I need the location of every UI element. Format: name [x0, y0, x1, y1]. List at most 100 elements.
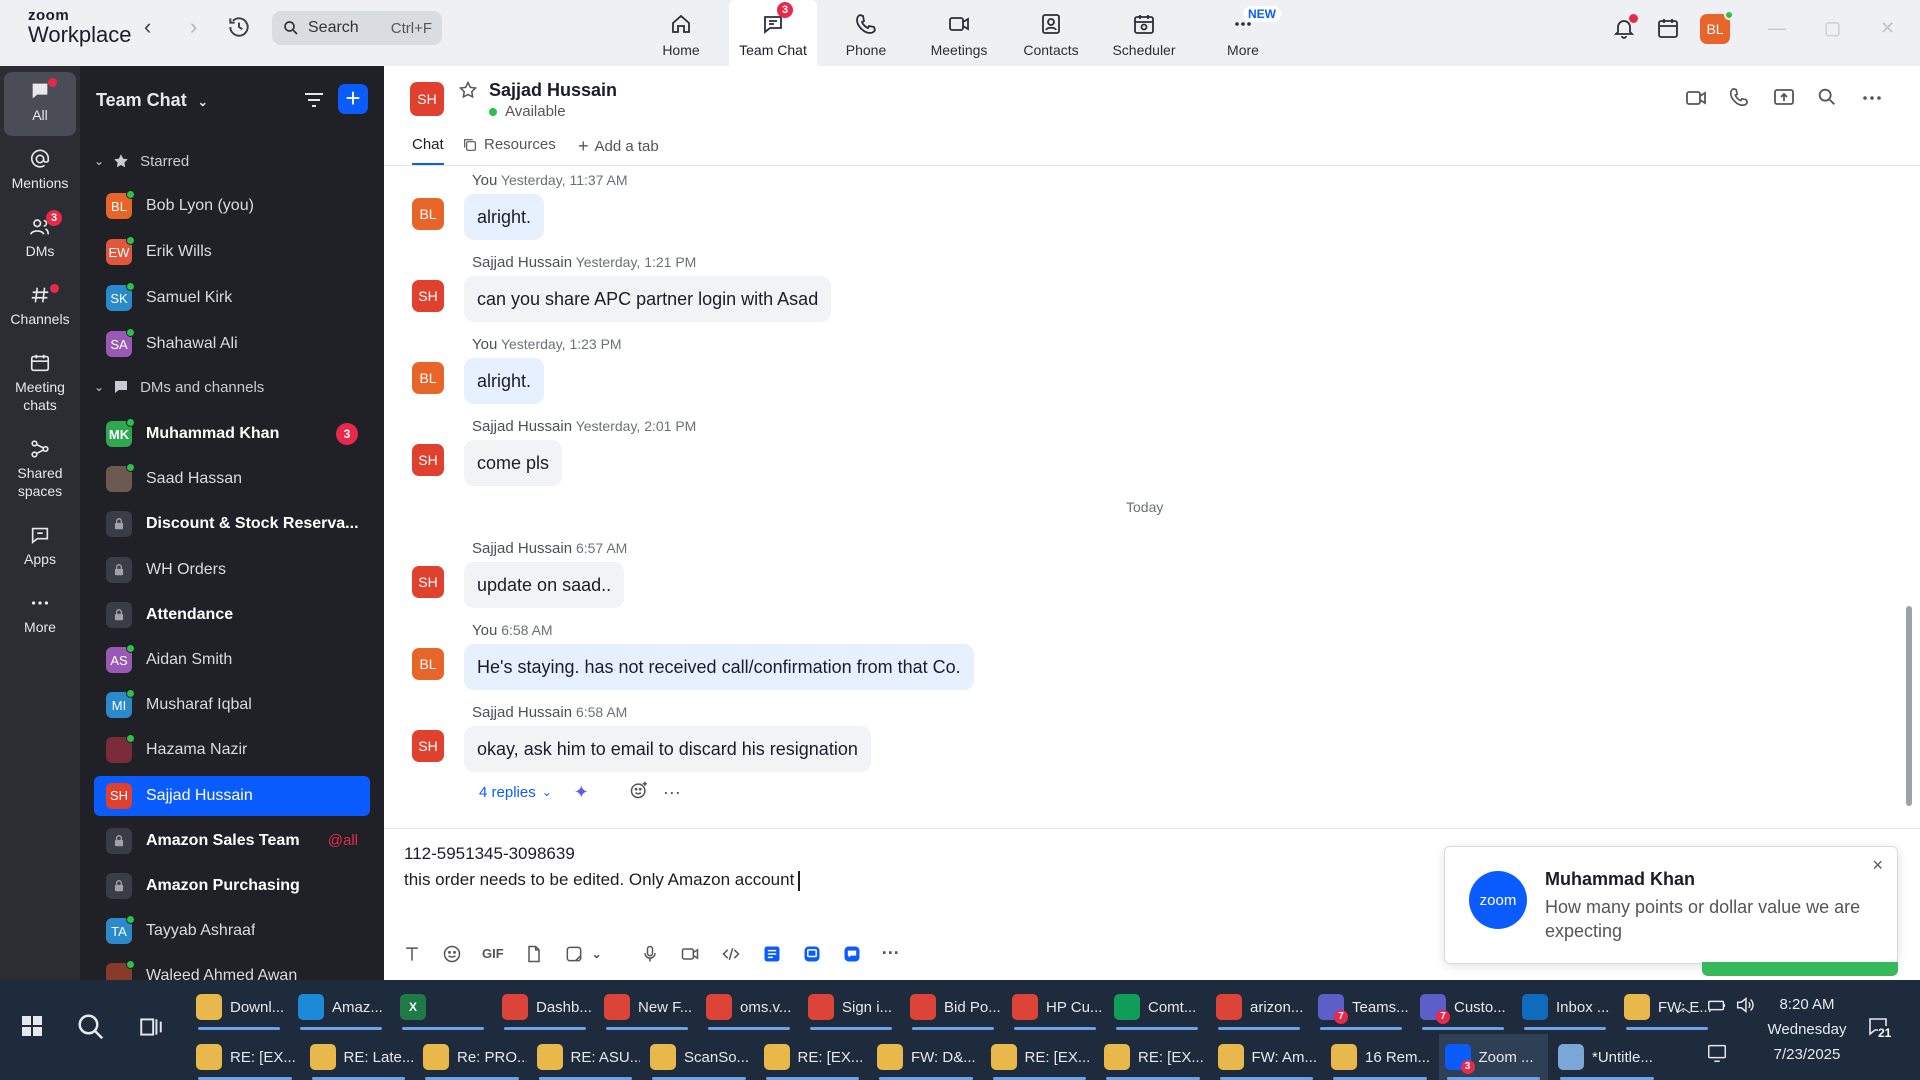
taskbar-app[interactable]: Dashb...: [496, 984, 594, 1030]
taskbar-app[interactable]: Downl...: [190, 984, 288, 1030]
rail-item-mentions[interactable]: Mentions: [4, 148, 76, 192]
share-screen-icon[interactable]: [1772, 86, 1796, 114]
video-call-icon[interactable]: [1684, 86, 1708, 114]
nav-tab-more[interactable]: NEW More: [1199, 0, 1287, 66]
bell-icon[interactable]: [1612, 14, 1638, 44]
text-format-icon[interactable]: [402, 944, 422, 964]
search-bar[interactable]: Search Ctrl+F: [272, 11, 442, 45]
message-bubble[interactable]: okay, ask him to email to discard his re…: [464, 726, 871, 772]
windows-start-icon[interactable]: [20, 1014, 44, 1042]
compose-more-icon[interactable]: ···: [882, 943, 900, 964]
gif-icon[interactable]: GIF: [482, 946, 504, 961]
message-bubble[interactable]: update on saad..: [464, 562, 625, 608]
message-avatar[interactable]: BL: [412, 198, 444, 230]
ai-sparkle-icon[interactable]: ✦: [574, 782, 589, 803]
sidebar-item[interactable]: MI Musharaf Iqbal: [94, 685, 370, 725]
file-icon[interactable]: [524, 944, 544, 964]
nav-tab-scheduler[interactable]: Scheduler: [1100, 0, 1188, 66]
message-bubble[interactable]: alright.: [464, 358, 545, 404]
sidebar-item[interactable]: Attendance: [94, 595, 370, 635]
message-scrollbar[interactable]: [1906, 606, 1912, 806]
taskbar-app[interactable]: 3 Zoom ...: [1438, 1034, 1548, 1080]
taskbar-app[interactable]: 7 Teams...: [1312, 984, 1410, 1030]
tab-resources[interactable]: Resources: [462, 136, 556, 153]
tab-chat[interactable]: Chat: [412, 136, 444, 165]
rail-item-shared-spaces[interactable]: Shared spaces: [4, 438, 76, 500]
taskbar-app[interactable]: Inbox ...: [1516, 984, 1614, 1030]
taskbar-app[interactable]: *Untitle...: [1552, 1034, 1662, 1080]
rail-item-all[interactable]: All: [4, 72, 76, 136]
taskbar-app[interactable]: RE: [EX...: [190, 1034, 300, 1080]
message-bubble[interactable]: He's staying. has not received call/conf…: [464, 644, 974, 690]
message-avatar[interactable]: SH: [412, 566, 444, 598]
profile-avatar[interactable]: BL: [1700, 10, 1734, 44]
display-icon[interactable]: [1706, 1042, 1728, 1068]
message-bubble[interactable]: alright.: [464, 194, 545, 240]
microphone-icon[interactable]: [640, 944, 660, 964]
taskbar-app[interactable]: RE: [EX...: [1098, 1034, 1208, 1080]
notification-center-icon[interactable]: 21: [1866, 1014, 1892, 1042]
taskbar-app[interactable]: Comt...: [1108, 984, 1206, 1030]
chevron-down-icon[interactable]: ⌄: [592, 947, 602, 961]
rail-item-channels[interactable]: Channels: [4, 284, 76, 328]
taskbar-app[interactable]: RE: [EX...: [985, 1034, 1095, 1080]
message-avatar[interactable]: SH: [412, 280, 444, 312]
sidebar-item[interactable]: TA Tayyab Ashraaf: [94, 911, 370, 951]
compose-input[interactable]: 112-5951345-3098639 this order needs to …: [404, 841, 800, 893]
screenshot-icon[interactable]: [564, 944, 584, 964]
close-window-icon[interactable]: ✕: [1880, 18, 1895, 39]
minimize-icon[interactable]: —: [1768, 18, 1786, 39]
app-chat-icon[interactable]: [842, 944, 862, 964]
contact-avatar[interactable]: SH: [410, 82, 444, 116]
video-message-icon[interactable]: [680, 944, 700, 964]
taskbar-app[interactable]: Sign i...: [802, 984, 900, 1030]
message-avatar[interactable]: SH: [412, 730, 444, 762]
message-bubble[interactable]: can you share APC partner login with Asa…: [464, 276, 832, 322]
add-reaction-icon[interactable]: [629, 780, 649, 804]
star-outline-icon[interactable]: [458, 80, 478, 104]
taskbar-app[interactable]: HP Cu...: [1006, 984, 1104, 1030]
sidebar-item-starred[interactable]: SK Samuel Kirk: [94, 278, 370, 318]
rail-item-apps[interactable]: Apps: [4, 524, 76, 568]
taskbar-app[interactable]: New F...: [598, 984, 696, 1030]
taskbar-app[interactable]: RE: [EX...: [758, 1034, 868, 1080]
taskbar-app[interactable]: Re: PRO...: [417, 1034, 527, 1080]
section-dms-channels[interactable]: ⌄ DMs and channels: [94, 378, 264, 396]
rail-item-meeting-chats[interactable]: Meeting chats: [4, 352, 76, 414]
sidebar-item[interactable]: Discount & Stock Reserva...: [94, 504, 370, 544]
sidebar-item[interactable]: Saad Hassan: [94, 459, 370, 499]
nav-tab-home[interactable]: Home: [637, 0, 725, 66]
app-whiteboard-icon[interactable]: [802, 944, 822, 964]
task-view-icon[interactable]: [138, 1014, 164, 1044]
toast-close-icon[interactable]: ×: [1872, 855, 1883, 876]
sidebar-item[interactable]: WH Orders: [94, 550, 370, 590]
sidebar-item[interactable]: Amazon Purchasing: [94, 866, 370, 906]
forward-arrow-icon[interactable]: ›: [190, 14, 197, 40]
rail-item-dms[interactable]: 3 DMs: [4, 210, 76, 260]
taskbar-app[interactable]: Amaz...: [292, 984, 390, 1030]
back-arrow-icon[interactable]: ‹: [144, 14, 151, 40]
message-avatar[interactable]: BL: [412, 648, 444, 680]
code-block-icon[interactable]: [720, 944, 742, 964]
battery-icon[interactable]: [1706, 994, 1728, 1020]
sidebar-item-starred[interactable]: SA Shahawal Ali: [94, 324, 370, 364]
taskbar-app[interactable]: 7 Custo...: [1414, 984, 1512, 1030]
message-avatar[interactable]: BL: [412, 362, 444, 394]
notification-toast[interactable]: zoom Muhammad Khan How many points or do…: [1444, 846, 1898, 964]
nav-tab-contacts[interactable]: Contacts: [1007, 0, 1095, 66]
search-chat-icon[interactable]: [1816, 86, 1838, 112]
taskbar-clock[interactable]: 8:20 AM Wednesday 7/23/2025: [1752, 992, 1862, 1067]
taskbar-app[interactable]: oms.v...: [700, 984, 798, 1030]
message-avatar[interactable]: SH: [412, 444, 444, 476]
message-bubble[interactable]: come pls: [464, 440, 563, 486]
taskbar-search-icon[interactable]: [76, 1012, 106, 1046]
filter-icon[interactable]: [302, 88, 326, 116]
more-options-icon[interactable]: [1860, 86, 1884, 114]
sidebar-item[interactable]: AS Aidan Smith: [94, 640, 370, 680]
section-starred[interactable]: ⌄ Starred: [94, 152, 189, 170]
tab-add[interactable]: + Add a tab: [578, 136, 659, 157]
emoji-icon[interactable]: [442, 944, 462, 964]
taskbar-app[interactable]: ScanSo...: [644, 1034, 754, 1080]
taskbar-app[interactable]: RE: Late...: [304, 1034, 413, 1080]
taskbar-app[interactable]: arizon...: [1210, 984, 1308, 1030]
